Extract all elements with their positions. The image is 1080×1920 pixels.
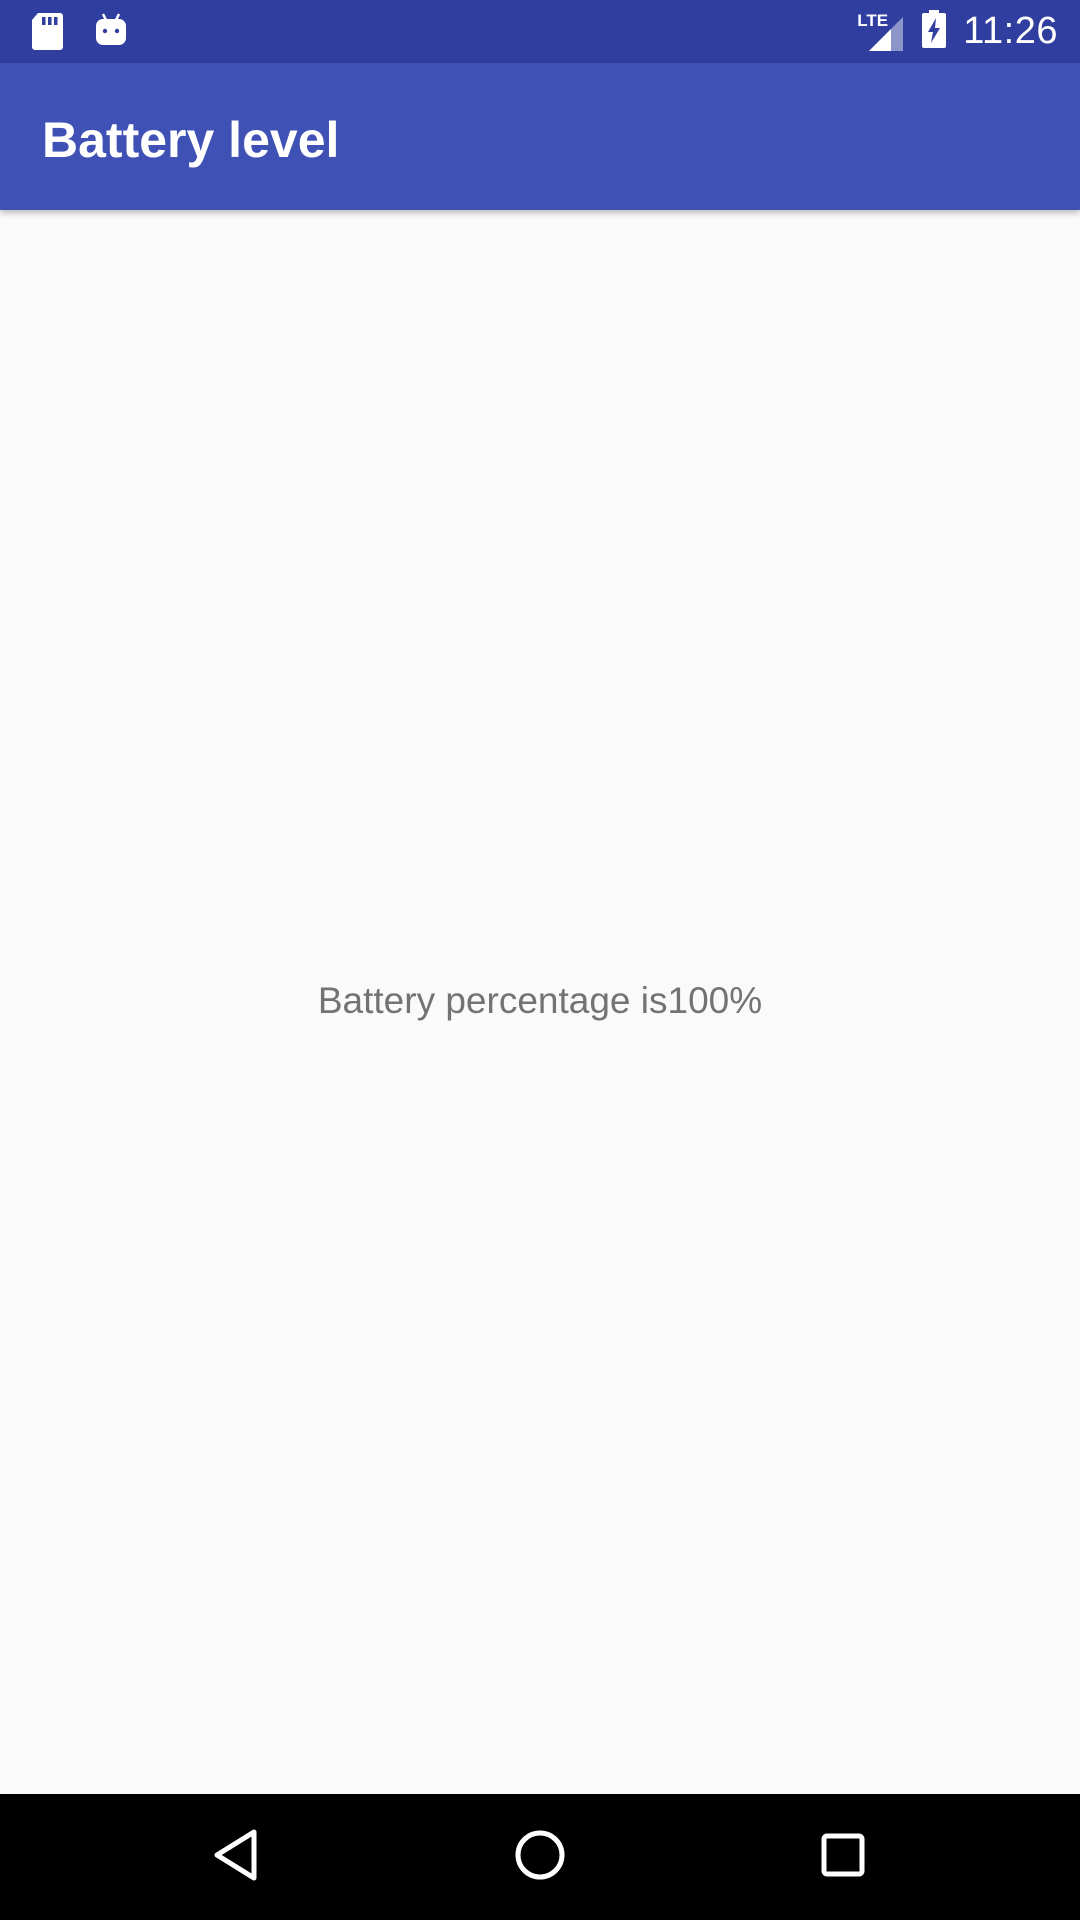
recents-button[interactable] xyxy=(808,1822,878,1892)
notification-icons xyxy=(30,11,128,56)
back-button[interactable] xyxy=(201,1822,271,1892)
android-icon xyxy=(94,11,128,56)
app-bar: Battery level xyxy=(0,63,1080,210)
sd-card-icon xyxy=(30,11,64,56)
app-title: Battery level xyxy=(42,112,340,168)
navigation-bar xyxy=(0,1794,1080,1920)
back-icon xyxy=(212,1828,260,1887)
system-icons: LTE 11:26 xyxy=(857,0,1058,63)
main-content: Battery percentage is100% xyxy=(0,210,1080,1794)
home-icon xyxy=(513,1828,567,1887)
lte-signal-icon: LTE xyxy=(857,11,905,53)
home-button[interactable] xyxy=(505,1822,575,1892)
recents-icon xyxy=(819,1831,867,1884)
battery-percentage-text: Battery percentage is100% xyxy=(317,980,763,1021)
status-time: 11:26 xyxy=(963,10,1058,52)
lte-label: LTE xyxy=(857,10,889,30)
status-bar: LTE 11:26 xyxy=(0,0,1080,63)
battery-charging-icon xyxy=(921,9,947,54)
